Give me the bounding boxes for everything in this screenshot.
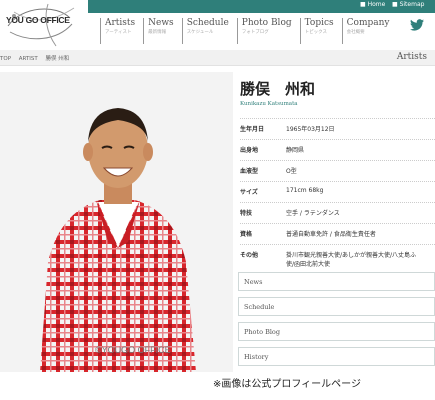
link-box-label: History <box>244 353 269 361</box>
nav-sublabel: 会社概要 <box>346 30 365 35</box>
profile-row-size: サイズ 171cm 68kg <box>240 181 435 202</box>
profile-value: 掛川市観光親善大使/あしかが親善大使/八丈島ふ <box>286 252 417 259</box>
nav-label: News <box>148 18 174 28</box>
profile-value: 普通自動車免許 / 食品衛生責任者 <box>286 231 376 238</box>
nav-photo-blog[interactable]: Photo Blog フォトブログ <box>236 18 292 44</box>
breadcrumb-top[interactable]: TOP <box>0 56 11 62</box>
profile-key: サイズ <box>240 189 258 196</box>
section-title: Artists <box>396 52 427 62</box>
sitemap-link[interactable]: ■ Sitemap <box>392 1 424 8</box>
utility-bar: ■ Home ■ Sitemap <box>88 0 435 13</box>
nav-company[interactable]: Company 会社概要 <box>341 18 390 44</box>
nav-label: Artists <box>105 18 136 28</box>
profile-row-skills: 特技 空手 / ラテンダンス <box>240 202 435 223</box>
artist-name-romaji: Kunikazu Katsumata <box>240 101 298 107</box>
logo-text: YOU GO OFFICE <box>6 15 70 25</box>
nav-sublabel: 最新情報 <box>148 30 167 35</box>
profile-key: 出身地 <box>240 147 259 154</box>
nav-label: Company <box>346 18 390 28</box>
site-logo[interactable]: YOU GO OFFICE <box>0 0 88 52</box>
profile-value: 空手 / ラテンダンス <box>286 210 340 217</box>
photo-watermark: ©YOUGO OFFICE <box>95 345 171 355</box>
nav-label: Schedule <box>186 18 229 28</box>
profile-value: 171cm 68kg <box>286 187 324 194</box>
nav-label: Photo Blog <box>241 18 292 28</box>
twitter-icon[interactable] <box>410 19 424 31</box>
main-nav: Artists アーティスト News 最新情報 Schedule スケジュール… <box>100 18 398 44</box>
artist-portrait-image <box>0 72 233 372</box>
nav-sublabel: スケジュール <box>186 30 214 35</box>
image-caption: ※画像は公式プロフィールページ <box>213 379 361 390</box>
site-header: ■ Home ■ Sitemap YOU GO OFFICE Artists ア… <box>0 0 435 52</box>
profile-row-other: その他 掛川市観光親善大使/あしかが親善大使/八丈島ふ 使/函田北前大使 <box>240 244 435 270</box>
nav-sublabel: アーティスト <box>105 30 132 35</box>
profile-row-birthday: 生年月日 1965年03月12日 <box>240 118 435 139</box>
news-link-box[interactable]: News <box>238 272 435 291</box>
profile-row-hometown: 出身地 静岡県 <box>240 139 435 160</box>
profile-key: 血液型 <box>240 168 259 175</box>
nav-sublabel: フォトブログ <box>241 30 269 35</box>
photo-blog-link-box[interactable]: Photo Blog <box>238 322 435 341</box>
profile-value: O型 <box>286 168 297 175</box>
profile-row-qualifications: 資格 普通自動車免許 / 食品衛生責任者 <box>240 223 435 244</box>
breadcrumb-bar: TOP ARTIST 勝俣 州和 Artists <box>0 50 435 66</box>
nav-schedule[interactable]: Schedule スケジュール <box>181 18 229 44</box>
nav-label: Topics <box>304 18 334 28</box>
artist-photo <box>0 72 233 372</box>
nav-news[interactable]: News 最新情報 <box>143 18 174 44</box>
history-link-box[interactable]: History <box>238 347 435 366</box>
profile-key: その他 <box>240 252 259 259</box>
logo-swirl-icon <box>7 3 75 47</box>
link-box-label: Schedule <box>244 303 275 311</box>
nav-artists[interactable]: Artists アーティスト <box>100 18 135 44</box>
breadcrumb-current: 勝俣 州和 <box>45 56 70 62</box>
profile-value: 1965年03月12日 <box>286 126 335 133</box>
breadcrumb-artist[interactable]: ARTIST <box>19 56 38 62</box>
profile-value-continued: 使/函田北前大使 <box>286 261 331 268</box>
profile-key: 生年月日 <box>240 126 265 133</box>
profile-value: 静岡県 <box>286 147 305 154</box>
schedule-link-box[interactable]: Schedule <box>238 297 435 316</box>
artist-name: 勝俣 州和 <box>240 80 316 98</box>
nav-topics[interactable]: Topics トピックス <box>299 18 334 44</box>
link-box-label: News <box>244 278 263 286</box>
home-link[interactable]: ■ Home <box>360 1 385 8</box>
breadcrumb: TOP ARTIST 勝俣 州和 <box>0 54 75 62</box>
profile-row-blood-type: 血液型 O型 <box>240 160 435 181</box>
sitemap-label: Sitemap <box>399 1 425 8</box>
nav-sublabel: トピックス <box>304 30 327 35</box>
profile-key: 資格 <box>240 231 253 238</box>
profile-key: 特技 <box>240 210 253 217</box>
home-label: Home <box>367 1 386 8</box>
link-box-label: Photo Blog <box>244 328 280 336</box>
